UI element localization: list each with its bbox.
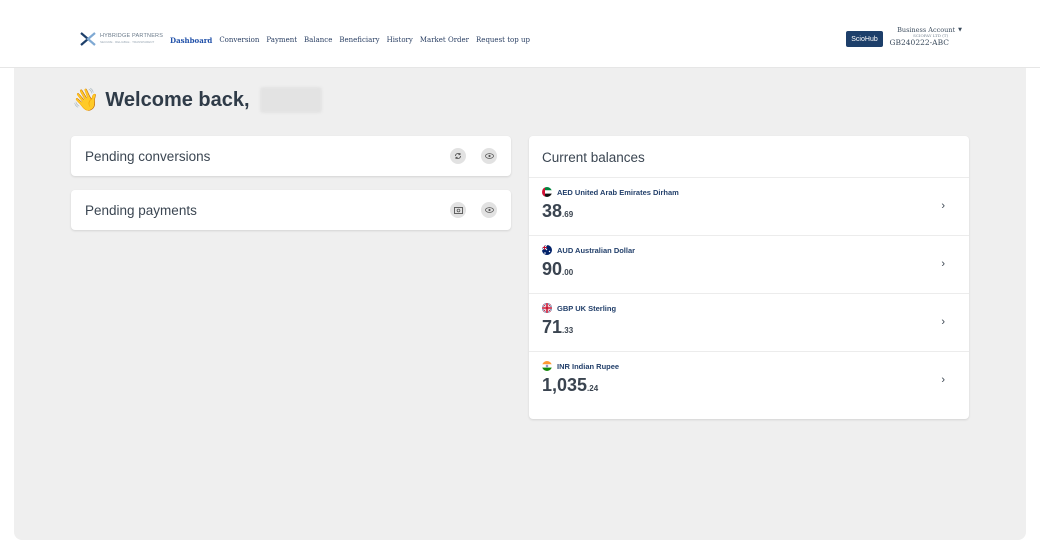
logo-name: HYBRIDGE PARTNERS: [100, 33, 164, 40]
balance-amount: 1,035.24: [542, 375, 956, 396]
pending-payments-card[interactable]: Pending payments: [71, 190, 511, 230]
balance-whole: 90: [542, 259, 563, 279]
main-nav: Dashboard Conversion Payment Balance Ben…: [170, 36, 530, 45]
nav-request-top-up[interactable]: Request top up: [476, 36, 530, 45]
top-navigation-bar: HYBRIDGE PARTNERS SECURE · RELIABLE · TR…: [0, 0, 1040, 68]
australia-flag-icon: [542, 245, 552, 255]
welcome-heading: 👋 Welcome back,: [72, 87, 322, 113]
chevron-right-icon[interactable]: ›: [941, 200, 945, 212]
company-logo[interactable]: HYBRIDGE PARTNERS SECURE · RELIABLE · TR…: [80, 32, 163, 46]
pending-conversions-card[interactable]: Pending conversions: [71, 136, 511, 176]
sciohub-badge[interactable]: ScioHub: [846, 31, 883, 47]
logo-tagline: SECURE · RELIABLE · TRANSPARENT: [100, 39, 155, 44]
balance-whole: 71: [542, 317, 563, 337]
balance-whole: 38: [542, 201, 563, 221]
nav-history[interactable]: History: [387, 36, 413, 45]
currency-name: AED United Arab Emirates Dirham: [557, 187, 679, 197]
payment-view-eye-icon[interactable]: [481, 202, 497, 218]
balance-amount: 71.33: [542, 317, 956, 338]
conversion-refresh-icon[interactable]: [450, 148, 466, 164]
redacted-user-name: [259, 87, 322, 113]
currency-name: INR Indian Rupee: [557, 361, 620, 371]
nav-balance[interactable]: Balance: [304, 36, 332, 45]
balance-row-inr[interactable]: INR Indian Rupee 1,035.24 ›: [529, 352, 969, 410]
conversion-view-eye-icon[interactable]: [481, 148, 497, 164]
balance-amount: 90.00: [542, 259, 956, 280]
currency-name: AUD Australian Dollar: [557, 245, 636, 255]
waving-hand-icon: 👋: [72, 87, 100, 112]
nav-payment[interactable]: Payment: [266, 36, 297, 45]
uk-flag-icon: [542, 303, 552, 313]
balance-decimal: .00: [562, 268, 574, 277]
balance-decimal: .69: [562, 210, 574, 219]
pending-conversions-title: Pending conversions: [85, 148, 211, 164]
chevron-right-icon[interactable]: ›: [941, 258, 945, 270]
chevron-right-icon[interactable]: ›: [941, 374, 945, 386]
chevron-right-icon[interactable]: ›: [941, 316, 945, 328]
account-switcher[interactable]: Business Account ▼ SCIOPAY LTD (T) GB240…: [888, 26, 962, 47]
payment-money-icon[interactable]: [450, 202, 466, 218]
current-balances-title: Current balances: [529, 136, 969, 178]
balance-row-aud[interactable]: AUD Australian Dollar 90.00 ›: [529, 236, 969, 294]
nav-conversion[interactable]: Conversion: [219, 36, 259, 45]
currency-name: GBP UK Sterling: [557, 303, 617, 313]
uae-flag-icon: [542, 187, 552, 197]
pending-payments-title: Pending payments: [85, 202, 197, 218]
balance-amount: 38.69: [542, 201, 956, 222]
balance-row-aed[interactable]: AED United Arab Emirates Dirham 38.69 ›: [529, 178, 969, 236]
balance-decimal: .33: [562, 326, 574, 335]
india-flag-icon: [542, 361, 552, 371]
nav-dashboard[interactable]: Dashboard: [170, 36, 212, 45]
balance-decimal: .24: [587, 384, 599, 393]
hybridge-logo-icon: [80, 32, 96, 46]
nav-beneficiary[interactable]: Beneficiary: [339, 36, 379, 45]
current-balances-card: Current balances AED United Arab Emirate…: [529, 136, 969, 419]
nav-market-order[interactable]: Market Order: [420, 36, 469, 45]
balance-row-gbp[interactable]: GBP UK Sterling 71.33 ›: [529, 294, 969, 352]
welcome-text: Welcome back,: [105, 88, 250, 111]
caret-down-icon: ▼: [958, 26, 962, 33]
account-id: GB240222-ABC: [889, 37, 949, 47]
balance-whole: 1,035: [542, 375, 588, 395]
